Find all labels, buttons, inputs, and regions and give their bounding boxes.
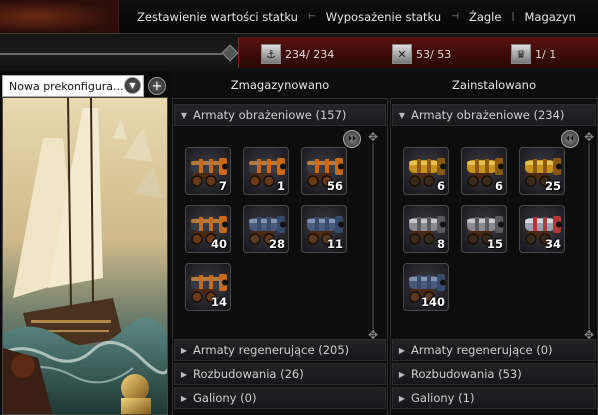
cannon-capacity-value: 53/ 53 [416, 47, 452, 61]
item-count: 8 [436, 237, 445, 251]
installed-title: Zainstalowano [452, 78, 536, 92]
tab-separator: ⊢ [307, 11, 316, 22]
item-count: 140 [420, 295, 445, 309]
item-count: 28 [268, 237, 285, 251]
stored-title: Zmagazynowano [230, 78, 330, 92]
category-label: Rozbudowania (26) [193, 367, 304, 381]
installed-column: Zainstalowano ▼ Armaty obrażeniowe (234)… [390, 71, 598, 415]
category-label: Armaty regenerujące (205) [193, 343, 350, 357]
fast-forward-icon[interactable]: ⏵⏵ [343, 130, 361, 148]
diamond-ornament-icon [221, 44, 239, 62]
header-decoration [0, 0, 118, 33]
category-upgrades[interactable]: ▶ Rozbudowania (53) [392, 363, 596, 385]
item-count: 34 [544, 237, 561, 251]
cannon-item-slot[interactable]: 40 [185, 205, 231, 253]
item-count: 40 [210, 237, 227, 251]
category-label: Armaty obrażeniowe (234) [411, 108, 565, 122]
capacity-bar: ⚓ 234/ 234 ✕ 53/ 53 ♛ 1/ 1 [238, 37, 598, 68]
figurehead-capacity: ♛ 1/ 1 [511, 44, 556, 64]
category-figureheads[interactable]: ▶ Galiony (0) [174, 387, 386, 409]
crew-capacity-value: 234/ 234 [285, 47, 335, 61]
preset-row: Nowa prekonfigura... ▼ + [2, 75, 170, 97]
category-upgrades[interactable]: ▶ Rozbudowania (26) [174, 363, 386, 385]
category-label: Rozbudowania (53) [411, 367, 522, 381]
cannon-item-slot[interactable]: 6 [403, 147, 449, 195]
rewind-icon[interactable]: ⏴⏴ [561, 130, 579, 148]
cannon-item-slot[interactable]: 7 [185, 147, 231, 195]
crew-capacity: ⚓ 234/ 234 [261, 44, 334, 64]
cannon-capacity: ✕ 53/ 53 [392, 44, 451, 64]
cannon-item-slot[interactable]: 25 [519, 147, 565, 195]
tab-sails[interactable]: Żagle [459, 0, 512, 33]
add-preset-button[interactable]: + [148, 77, 166, 95]
category-regen-cannons[interactable]: ▶ Armaty regenerujące (205) [174, 339, 386, 361]
cannon-item-slot[interactable]: 140 [403, 263, 449, 311]
chevron-down-icon[interactable]: ▼ [124, 77, 141, 94]
cannon-item-slot[interactable]: 56 [301, 147, 347, 195]
category-damage-cannons[interactable]: ▼ Armaty obrażeniowe (157) [174, 104, 386, 126]
category-label: Armaty regenerujące (0) [411, 343, 553, 357]
cannon-item-slot[interactable]: 1 [243, 147, 289, 195]
figurehead-icon: ♛ [511, 44, 531, 64]
item-count: 56 [326, 179, 343, 193]
crew-icon: ⚓ [261, 44, 281, 64]
cannon-item-slot[interactable]: 14 [185, 263, 231, 311]
item-count: 25 [544, 179, 561, 193]
scroll-handle-top[interactable]: ✥ [368, 131, 378, 143]
cannon-item-slot[interactable]: 11 [301, 205, 347, 253]
chevron-down-icon: ▼ [398, 110, 406, 120]
chevron-right-icon: ▶ [180, 345, 188, 355]
category-label: Galiony (0) [193, 391, 257, 405]
ship-preview-panel: Nowa prekonfigura... ▼ + [0, 71, 170, 415]
chevron-right-icon: ▶ [398, 393, 406, 403]
item-count: 7 [218, 179, 227, 193]
item-count: 6 [436, 179, 445, 193]
stored-column: Zmagazynowano ▼ Armaty obrażeniowe (157)… [172, 71, 388, 415]
tab-ship-equipment[interactable]: Wyposażenie statku [316, 0, 451, 33]
cannon-item-slot[interactable]: 28 [243, 205, 289, 253]
tab-ship-summary[interactable]: Zestawienie wartości statku [119, 0, 308, 33]
item-count: 6 [494, 179, 503, 193]
item-count: 14 [210, 295, 227, 309]
scroll-handle-top[interactable]: ✥ [584, 131, 594, 143]
tab-bar: Zestawienie wartości statku ⊢ Wyposażeni… [119, 0, 598, 33]
tab-storage[interactable]: Magazyn [515, 0, 586, 33]
scroll-track [588, 143, 590, 329]
divider [0, 53, 222, 55]
category-regen-cannons[interactable]: ▶ Armaty regenerujące (0) [392, 339, 596, 361]
item-count: 15 [486, 237, 503, 251]
item-count: 11 [326, 237, 343, 251]
chevron-down-icon: ▼ [180, 110, 188, 120]
chevron-right-icon: ▶ [180, 369, 188, 379]
tab-separator: ⊣ [451, 11, 459, 22]
category-figureheads[interactable]: ▶ Galiony (1) [392, 387, 596, 409]
top-bar: Zestawienie wartości statku ⊢ Wyposażeni… [0, 0, 598, 33]
scroll-track [372, 143, 374, 329]
chevron-right-icon: ▶ [398, 369, 406, 379]
cannon-slots-icon: ✕ [392, 44, 412, 64]
cannon-item-slot[interactable]: 15 [461, 205, 507, 253]
cannon-item-slot[interactable]: 34 [519, 205, 565, 253]
category-damage-cannons[interactable]: ▼ Armaty obrażeniowe (234) [392, 104, 596, 126]
resource-strip: ⚓ 234/ 234 ✕ 53/ 53 ♛ 1/ 1 [0, 33, 598, 71]
ship-illustration [2, 97, 168, 415]
cannon-item-slot[interactable]: 8 [403, 205, 449, 253]
stored-scrollbar[interactable]: ✥ ✥ [368, 131, 378, 341]
preset-select[interactable]: Nowa prekonfigura... [2, 75, 144, 97]
installed-scrollbar[interactable]: ✥ ✥ [584, 131, 594, 341]
figurehead-capacity-value: 1/ 1 [535, 47, 557, 61]
cannon-item-slot[interactable]: 6 [461, 147, 507, 195]
category-label: Galiony (1) [411, 391, 475, 405]
chevron-right-icon: ▶ [398, 345, 406, 355]
item-count: 1 [276, 179, 285, 193]
category-label: Armaty obrażeniowe (157) [193, 108, 347, 122]
chevron-right-icon: ▶ [180, 393, 188, 403]
